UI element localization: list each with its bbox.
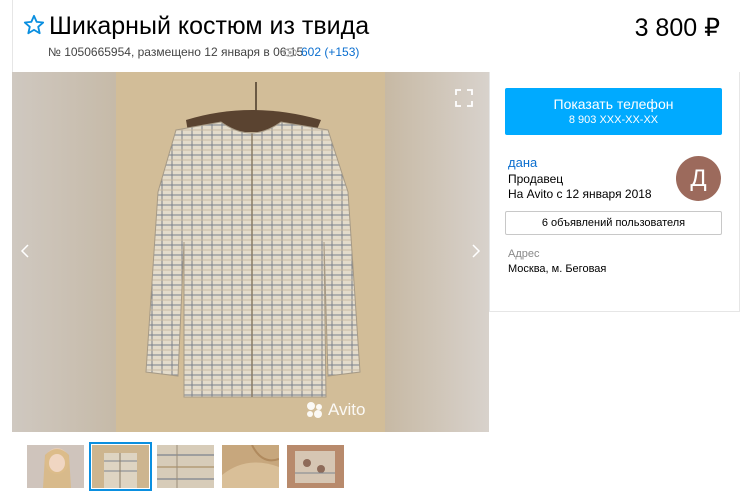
expand-icon[interactable] bbox=[455, 89, 473, 107]
watermark-text: Avito bbox=[328, 400, 366, 419]
views-count: 602 (+153) bbox=[301, 45, 360, 59]
seller-role: Продавец bbox=[508, 172, 564, 186]
star-icon[interactable] bbox=[23, 14, 45, 36]
avatar[interactable]: Д bbox=[676, 156, 721, 201]
chevron-right-icon[interactable] bbox=[471, 244, 481, 258]
listing-price: 3 800 ₽ bbox=[634, 14, 720, 42]
address-value: Москва, м. Беговая bbox=[508, 263, 607, 275]
address-label: Адрес bbox=[508, 248, 540, 260]
seller-panel: Показать телефон 8 903 XXX-XX-XX дана Пр… bbox=[489, 72, 740, 312]
main-photo[interactable] bbox=[116, 72, 385, 432]
thumbnail-strip bbox=[12, 432, 489, 493]
seller-since: На Avito с 12 января 2018 bbox=[508, 187, 652, 201]
thumbnail-1[interactable] bbox=[27, 445, 84, 488]
image-gallery[interactable]: Avito bbox=[12, 72, 489, 432]
thumbnail-4[interactable] bbox=[222, 445, 279, 488]
listing-header: Шикарный костюм из твида 3 800 ₽ № 10506… bbox=[12, 0, 740, 72]
chevron-left-icon[interactable] bbox=[20, 244, 30, 258]
listing-meta: № 1050665954, размещено 12 января в 06:1… bbox=[48, 45, 304, 59]
phone-masked: 8 903 XXX-XX-XX bbox=[568, 114, 659, 126]
show-phone-button[interactable]: Показать телефон 8 903 XXX-XX-XX bbox=[505, 88, 722, 135]
thumbnail-2[interactable] bbox=[89, 442, 152, 491]
listing-title: Шикарный костюм из твида bbox=[49, 12, 370, 40]
eye-icon bbox=[283, 47, 297, 57]
seller-name-link[interactable]: дана bbox=[508, 155, 537, 170]
thumbnail-3[interactable] bbox=[157, 445, 214, 488]
avito-watermark: Avito bbox=[305, 400, 366, 420]
views-counter[interactable]: 602 (+153) bbox=[283, 45, 359, 59]
thumbnail-5[interactable] bbox=[287, 445, 344, 488]
show-phone-label: Показать телефон bbox=[553, 96, 674, 112]
avito-logo-icon bbox=[307, 402, 322, 418]
user-ads-button[interactable]: 6 объявлений пользователя bbox=[505, 211, 722, 235]
